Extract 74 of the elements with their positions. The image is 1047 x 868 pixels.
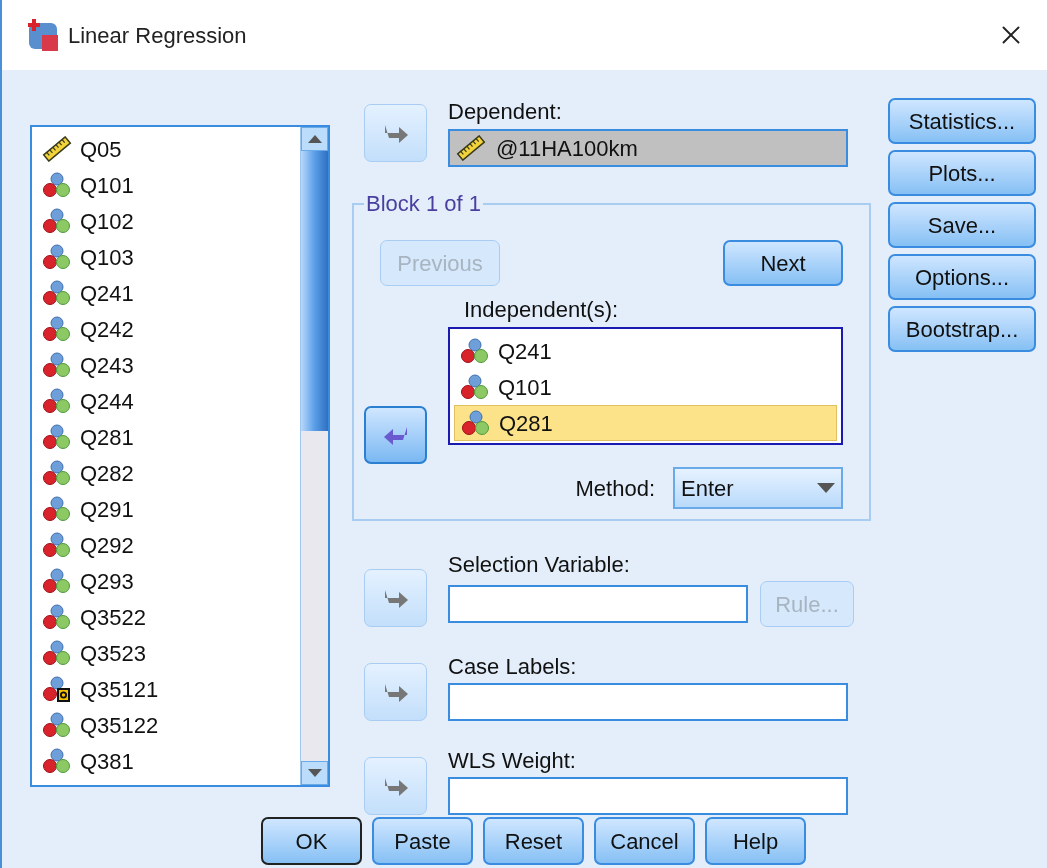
dialog-action-button[interactable]: Cancel (594, 817, 695, 865)
field-label: WLS Weight: (448, 747, 577, 774)
dialog-action-button[interactable]: Paste (372, 817, 473, 865)
dropdown-caret-icon (817, 483, 835, 493)
move-arrow-button[interactable] (364, 569, 427, 627)
nominal-variable-icon (461, 409, 491, 437)
nominal-variable-icon (42, 351, 72, 379)
field-label: Selection Variable: (448, 551, 631, 578)
variable-list-item[interactable]: Q35122 (42, 707, 300, 743)
case-labels-field[interactable] (448, 683, 848, 721)
variable-list-item[interactable]: Q3522 (42, 599, 300, 635)
scrollbar[interactable] (300, 127, 328, 785)
move-arrow-button[interactable] (364, 103, 427, 162)
variable-list-item[interactable]: Q293 (42, 563, 300, 599)
field-label: Method: (575, 474, 655, 502)
dialog-option-button[interactable]: Bootstrap... (888, 306, 1036, 352)
variable-list-item[interactable]: Q291 (42, 491, 300, 527)
nominal-variable-icon (42, 711, 72, 739)
nominal-variable-icon (42, 315, 72, 343)
nominal-variable-icon (42, 567, 72, 595)
field-label: Dependent: (448, 98, 563, 125)
variable-list-item[interactable]: Q244 (42, 383, 300, 419)
variable-list-item[interactable]: Q101 (42, 167, 300, 203)
block-title: Block 1 of 1 (365, 190, 482, 218)
variable-list-item[interactable]: Q242 (42, 311, 300, 347)
variable-list-item[interactable]: Q241 (42, 275, 300, 311)
nominal-variable-icon (42, 639, 72, 667)
nominal-variable-icon (42, 603, 72, 631)
variable-list-item[interactable]: Q243 (42, 347, 300, 383)
nominal-variable-icon (42, 423, 72, 451)
move-arrow-button[interactable] (364, 663, 427, 721)
window-title: Linear Regression (68, 21, 247, 50)
field-label: Case Labels: (448, 653, 578, 680)
variable-list-item[interactable]: Q35121 (42, 671, 300, 707)
scroll-down-icon (307, 769, 322, 777)
nominal-variable-icon (460, 337, 490, 365)
variable-list-item[interactable]: Q05 (42, 131, 300, 167)
dialog-action-button[interactable]: OK (261, 817, 362, 865)
variable-list-item[interactable]: Q282 (42, 455, 300, 491)
nominal-variable-icon (42, 243, 72, 271)
dialog-action-button[interactable]: Reset (483, 817, 584, 865)
scroll-up-icon (307, 135, 322, 143)
dialog-option-button[interactable]: Statistics... (888, 98, 1036, 144)
nominal-variable-icon (42, 207, 72, 235)
independent-list-item[interactable]: Q281 (454, 405, 837, 441)
next-button[interactable]: Next (723, 240, 843, 286)
dialog-option-button[interactable]: Plots... (888, 150, 1036, 196)
string-variable-icon (42, 675, 72, 703)
nominal-variable-icon (42, 459, 72, 487)
variable-list-item[interactable]: Q281 (42, 419, 300, 455)
nominal-variable-icon (42, 171, 72, 199)
nominal-variable-icon (42, 387, 72, 415)
move-arrow-button[interactable] (364, 757, 427, 815)
dialog-option-button[interactable]: Options... (888, 254, 1036, 300)
variable-list-item[interactable]: Q103 (42, 239, 300, 275)
dialog-option-button[interactable]: Save... (888, 202, 1036, 248)
dialog-action-button[interactable]: Help (705, 817, 806, 865)
variable-list-item[interactable]: Q102 (42, 203, 300, 239)
method-dropdown[interactable]: Enter (673, 467, 843, 509)
move-arrow-button[interactable] (364, 405, 427, 464)
nominal-variable-icon (460, 373, 490, 401)
wls-weight-field[interactable] (448, 777, 848, 815)
variable-list-item[interactable]: Q292 (42, 527, 300, 563)
nominal-variable-icon (42, 747, 72, 775)
variable-list-item[interactable]: Q381 (42, 743, 300, 779)
dependent-field[interactable]: @11HA100km (448, 129, 848, 167)
nominal-variable-icon (42, 495, 72, 523)
nominal-variable-icon (42, 531, 72, 559)
field-label: Independent(s): (464, 296, 620, 323)
variable-list-item[interactable]: Q3523 (42, 635, 300, 671)
nominal-variable-icon (42, 279, 72, 307)
independent-list-item[interactable]: Q101 (454, 369, 837, 405)
selection-variable-field[interactable] (448, 585, 748, 623)
independent-list-item[interactable]: Q241 (454, 333, 837, 369)
